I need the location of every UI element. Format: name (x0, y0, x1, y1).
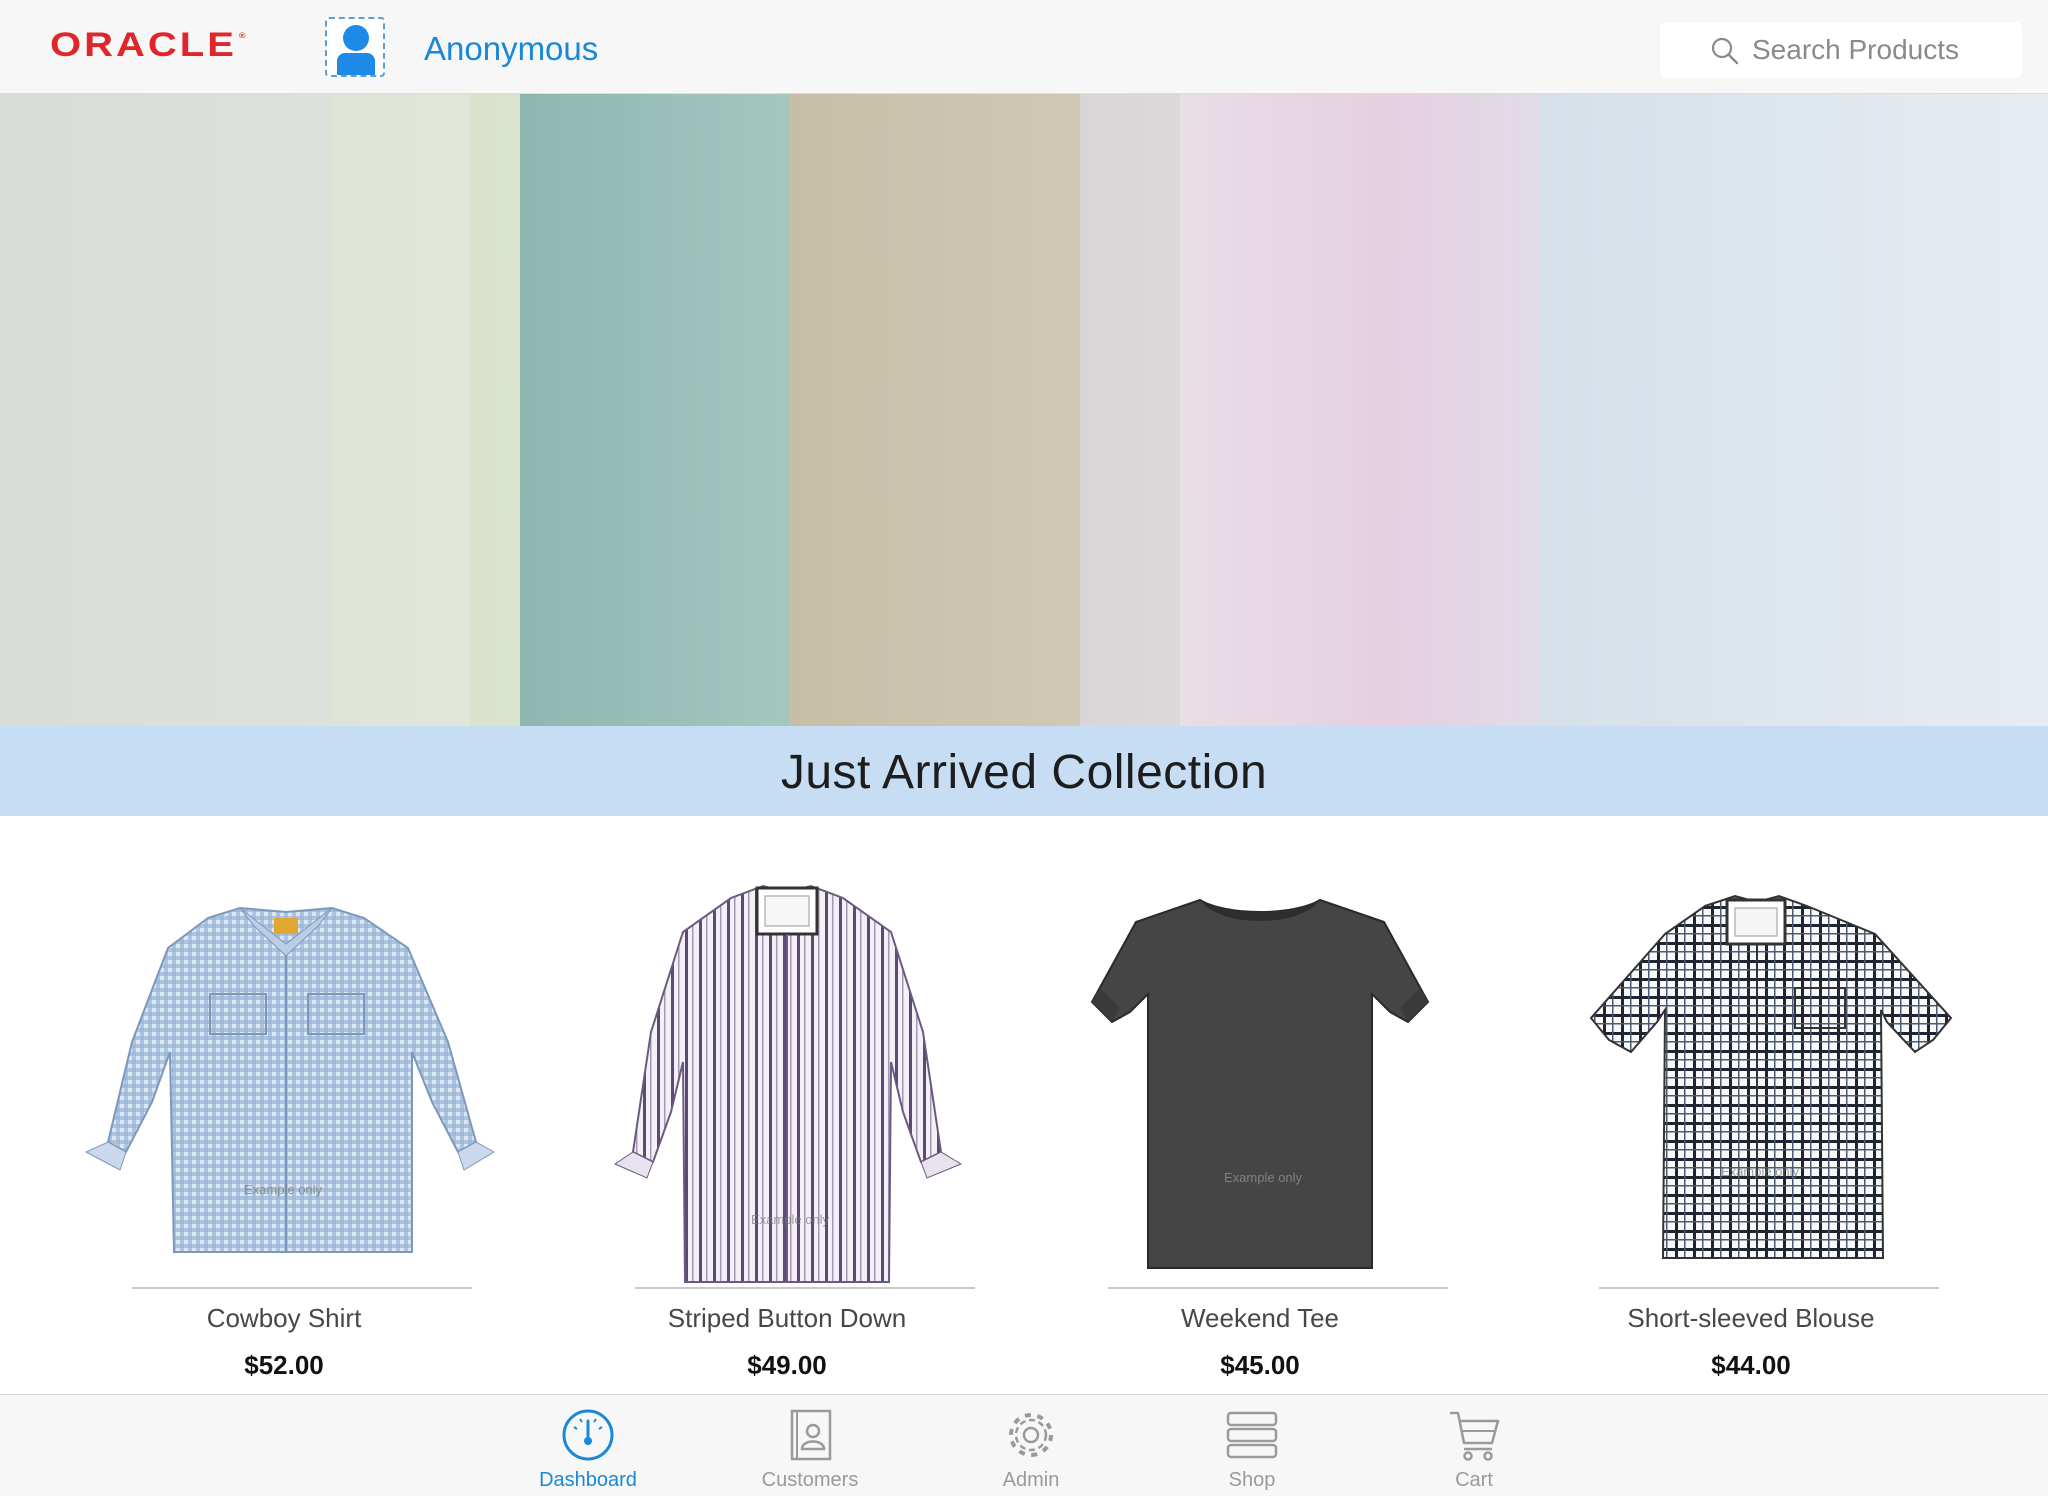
product-name[interactable]: Striped Button Down (531, 1303, 1043, 1334)
contact-card-icon (790, 1409, 832, 1461)
section-title: Just Arrived Collection (780, 746, 1268, 799)
product-watermark: Example only (244, 1182, 323, 1197)
product-watermark: Example only (751, 1212, 830, 1227)
gear-icon (1009, 1413, 1053, 1457)
search-icon (1711, 37, 1739, 65)
cart-icon (1450, 1411, 1500, 1461)
product-watermark: Example only (1721, 1164, 1800, 1179)
tab-label: Shop (1228, 1469, 1276, 1491)
product-card[interactable]: Example only Striped Button Down $49.00 (531, 816, 1043, 1394)
product-divider (132, 1287, 472, 1289)
tab-bar: Dashboard Customers Admin Shop Cart (0, 1394, 2048, 1496)
avatar-body (337, 53, 375, 75)
oracle-logo[interactable]: ORACLE ® (50, 26, 246, 64)
product-divider (635, 1287, 975, 1289)
product-price: $49.00 (747, 1350, 827, 1380)
tab-cart[interactable]: Cart (1374, 1395, 1574, 1496)
product-image[interactable]: Example only (28, 852, 540, 1292)
user-avatar[interactable] (325, 17, 385, 77)
product-price: $45.00 (1220, 1350, 1300, 1380)
hero-fold (1540, 94, 2048, 726)
product-price: $44.00 (1711, 1350, 1791, 1380)
hero-fold (790, 94, 1130, 726)
product-name[interactable]: Cowboy Shirt (28, 1303, 540, 1334)
tab-label: Admin (1002, 1469, 1060, 1491)
product-watermark: Example only (1224, 1170, 1303, 1185)
product-card[interactable]: Example only Cowboy Shirt $52.00 (28, 816, 540, 1394)
tab-admin[interactable]: Admin (931, 1395, 1131, 1496)
product-image[interactable]: Example only (1004, 852, 1516, 1292)
tab-shop[interactable]: Shop (1152, 1395, 1352, 1496)
search-input[interactable] (1752, 32, 2002, 68)
tab-label: Customers (761, 1469, 859, 1491)
product-name[interactable]: Weekend Tee (1004, 1303, 1516, 1334)
gauge-icon (562, 1409, 614, 1461)
username-label[interactable]: Anonymous (424, 30, 598, 68)
product-divider (1599, 1287, 1939, 1289)
hero-image (0, 94, 2048, 726)
search-box[interactable] (1660, 22, 2022, 78)
tab-customers[interactable]: Customers (710, 1395, 910, 1496)
stack-icon (1226, 1411, 1278, 1459)
product-image[interactable]: Example only (1495, 852, 2007, 1292)
product-price: $52.00 (244, 1350, 324, 1380)
tab-label: Cart (1455, 1469, 1493, 1491)
tab-dashboard[interactable]: Dashboard (488, 1395, 688, 1496)
app-header: ORACLE ® Anonymous (0, 0, 2048, 94)
product-name[interactable]: Short-sleeved Blouse (1495, 1303, 2007, 1334)
product-card[interactable]: Example only Weekend Tee $45.00 (1004, 816, 1516, 1394)
avatar-head (343, 25, 369, 51)
section-banner: Just Arrived Collection (0, 726, 2048, 816)
product-image[interactable]: Example only (531, 852, 1043, 1292)
product-divider (1108, 1287, 1448, 1289)
product-card[interactable]: Example only Short-sleeved Blouse $44.00 (1495, 816, 2007, 1394)
hero-fold (1180, 94, 1600, 726)
tab-label: Dashboard (539, 1469, 637, 1491)
